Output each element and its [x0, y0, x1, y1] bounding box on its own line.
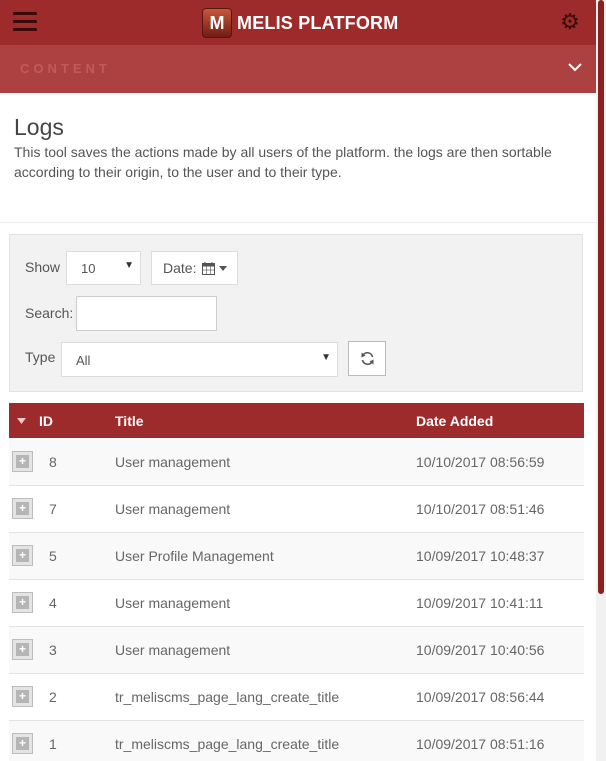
search-label: Search: [25, 305, 74, 321]
expand-row-button[interactable]: + [12, 451, 33, 472]
expand-row-button[interactable]: + [12, 686, 33, 707]
table-row[interactable]: + 5 User Profile Management 10/09/2017 1… [9, 533, 584, 580]
table-row[interactable]: + 1 tr_meliscms_page_lang_create_title 1… [9, 721, 584, 761]
refresh-button[interactable] [348, 341, 386, 376]
column-header-id[interactable]: ID [39, 413, 53, 429]
table-header: ID Title Date Added [9, 403, 584, 438]
expand-row-button[interactable]: + [12, 592, 33, 613]
column-header-date-added[interactable]: Date Added [416, 413, 493, 429]
plus-icon: + [16, 690, 29, 703]
brand-logo: M [202, 8, 232, 38]
table-row[interactable]: + 7 User management 10/10/2017 08:51:46 [9, 486, 584, 533]
search-input[interactable] [76, 296, 217, 331]
row-date: 10/09/2017 08:56:44 [416, 689, 545, 705]
section-label: CONTENT [20, 61, 111, 76]
row-id: 5 [49, 548, 57, 564]
brand-title: MELIS PLATFORM [237, 12, 399, 33]
row-date: 10/10/2017 08:51:46 [416, 501, 545, 517]
row-title: User management [115, 642, 231, 658]
row-title: tr_meliscms_page_lang_create_title [115, 689, 340, 705]
chevron-down-icon[interactable] [566, 60, 584, 74]
row-date: 10/09/2017 10:41:11 [416, 595, 544, 611]
expand-row-button[interactable]: + [12, 733, 33, 754]
page-description: This tool saves the actions made by all … [14, 144, 552, 180]
row-id: 7 [49, 501, 57, 517]
brand[interactable]: M MELIS PLATFORM [202, 8, 398, 38]
row-title: User Profile Management [115, 548, 274, 564]
show-entries-value: 10 [81, 261, 96, 276]
refresh-icon [361, 351, 374, 366]
type-select-value: All [76, 353, 91, 368]
page-title: Logs [14, 114, 64, 140]
table-row[interactable]: + 4 User management 10/09/2017 10:41:11 [9, 580, 584, 627]
sort-desc-icon[interactable] [17, 418, 26, 424]
row-id: 1 [49, 736, 57, 752]
plus-icon: + [16, 502, 29, 515]
scrollbar-thumb[interactable] [598, 0, 604, 594]
table-row[interactable]: + 3 User management 10/09/2017 10:40:56 [9, 627, 584, 674]
row-date: 10/09/2017 08:51:16 [416, 736, 545, 752]
select-arrow-icon: ▼ [321, 352, 331, 363]
plus-icon: + [16, 549, 29, 562]
expand-row-button[interactable]: + [12, 545, 33, 566]
row-date: 10/10/2017 08:56:59 [416, 454, 545, 470]
show-entries-select[interactable]: 10 ▼ [66, 251, 141, 285]
row-title: User management [115, 595, 231, 611]
row-title: tr_meliscms_page_lang_create_title [115, 736, 340, 752]
select-arrow-icon: ▼ [124, 260, 134, 271]
date-filter-label: Date: [163, 260, 197, 276]
date-filter-button[interactable]: Date: [151, 251, 238, 285]
type-label: Type [25, 349, 56, 365]
plus-icon: + [16, 455, 29, 468]
table-row[interactable]: + 8 User management 10/10/2017 08:56:59 [9, 439, 584, 486]
menu-hamburger-icon[interactable] [13, 12, 37, 32]
expand-row-button[interactable]: + [12, 639, 33, 660]
show-label: Show [25, 259, 61, 275]
column-header-title[interactable]: Title [115, 413, 144, 429]
plus-icon: + [16, 643, 29, 656]
row-id: 4 [49, 595, 57, 611]
table-row[interactable]: + 2 tr_meliscms_page_lang_create_title 1… [9, 674, 584, 721]
gear-icon[interactable]: ⚙ [559, 11, 581, 33]
row-id: 3 [49, 642, 57, 658]
row-title: User management [115, 501, 231, 517]
row-id: 8 [49, 454, 57, 470]
caret-down-icon [219, 266, 227, 271]
row-date: 10/09/2017 10:40:56 [416, 642, 545, 658]
calendar-icon [202, 262, 215, 275]
row-date: 10/09/2017 10:48:37 [416, 548, 545, 564]
row-title: User management [115, 454, 231, 470]
plus-icon: + [16, 737, 29, 750]
section-bar[interactable]: CONTENT [0, 45, 596, 93]
plus-icon: + [16, 596, 29, 609]
type-select[interactable]: All ▼ [61, 342, 338, 377]
row-id: 2 [49, 689, 57, 705]
divider [0, 222, 596, 223]
expand-row-button[interactable]: + [12, 498, 33, 519]
